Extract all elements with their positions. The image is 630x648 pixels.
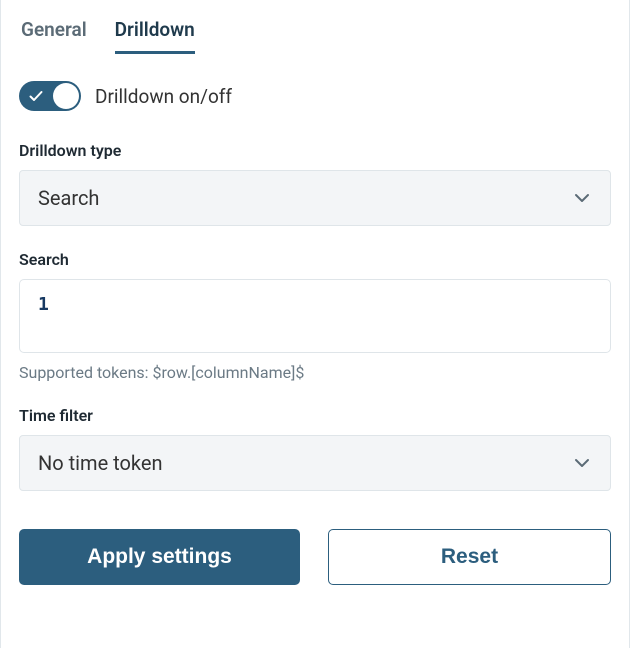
apply-button[interactable]: Apply settings bbox=[19, 529, 300, 585]
time-filter-section: Time filter No time token bbox=[19, 406, 611, 491]
time-filter-value: No time token bbox=[38, 451, 163, 475]
reset-button[interactable]: Reset bbox=[328, 529, 611, 585]
drilldown-type-label: Drilldown type bbox=[19, 141, 611, 160]
drilldown-type-value: Search bbox=[38, 186, 99, 210]
time-filter-select[interactable]: No time token bbox=[19, 435, 611, 491]
chevron-down-icon bbox=[572, 453, 592, 473]
drilldown-type-section: Drilldown type Search bbox=[19, 141, 611, 226]
tab-drilldown[interactable]: Drilldown bbox=[115, 18, 195, 54]
drilldown-type-select[interactable]: Search bbox=[19, 170, 611, 226]
toggle-knob bbox=[53, 83, 79, 109]
search-label: Search bbox=[19, 250, 611, 269]
chevron-down-icon bbox=[572, 188, 592, 208]
search-input[interactable]: 1 bbox=[19, 279, 611, 353]
drilldown-toggle-row: Drilldown on/off bbox=[19, 81, 611, 111]
tab-general[interactable]: General bbox=[21, 18, 87, 54]
tabs: General Drilldown bbox=[19, 0, 611, 55]
drilldown-toggle-label: Drilldown on/off bbox=[95, 85, 232, 108]
button-row: Apply settings Reset bbox=[19, 529, 611, 585]
time-filter-label: Time filter bbox=[19, 406, 611, 425]
search-hint: Supported tokens: $row.[columnName]$ bbox=[19, 363, 611, 382]
settings-panel: General Drilldown Drilldown on/off Drill… bbox=[0, 0, 630, 648]
check-icon bbox=[28, 88, 44, 104]
drilldown-toggle[interactable] bbox=[19, 81, 81, 111]
search-section: Search 1 Supported tokens: $row.[columnN… bbox=[19, 250, 611, 382]
